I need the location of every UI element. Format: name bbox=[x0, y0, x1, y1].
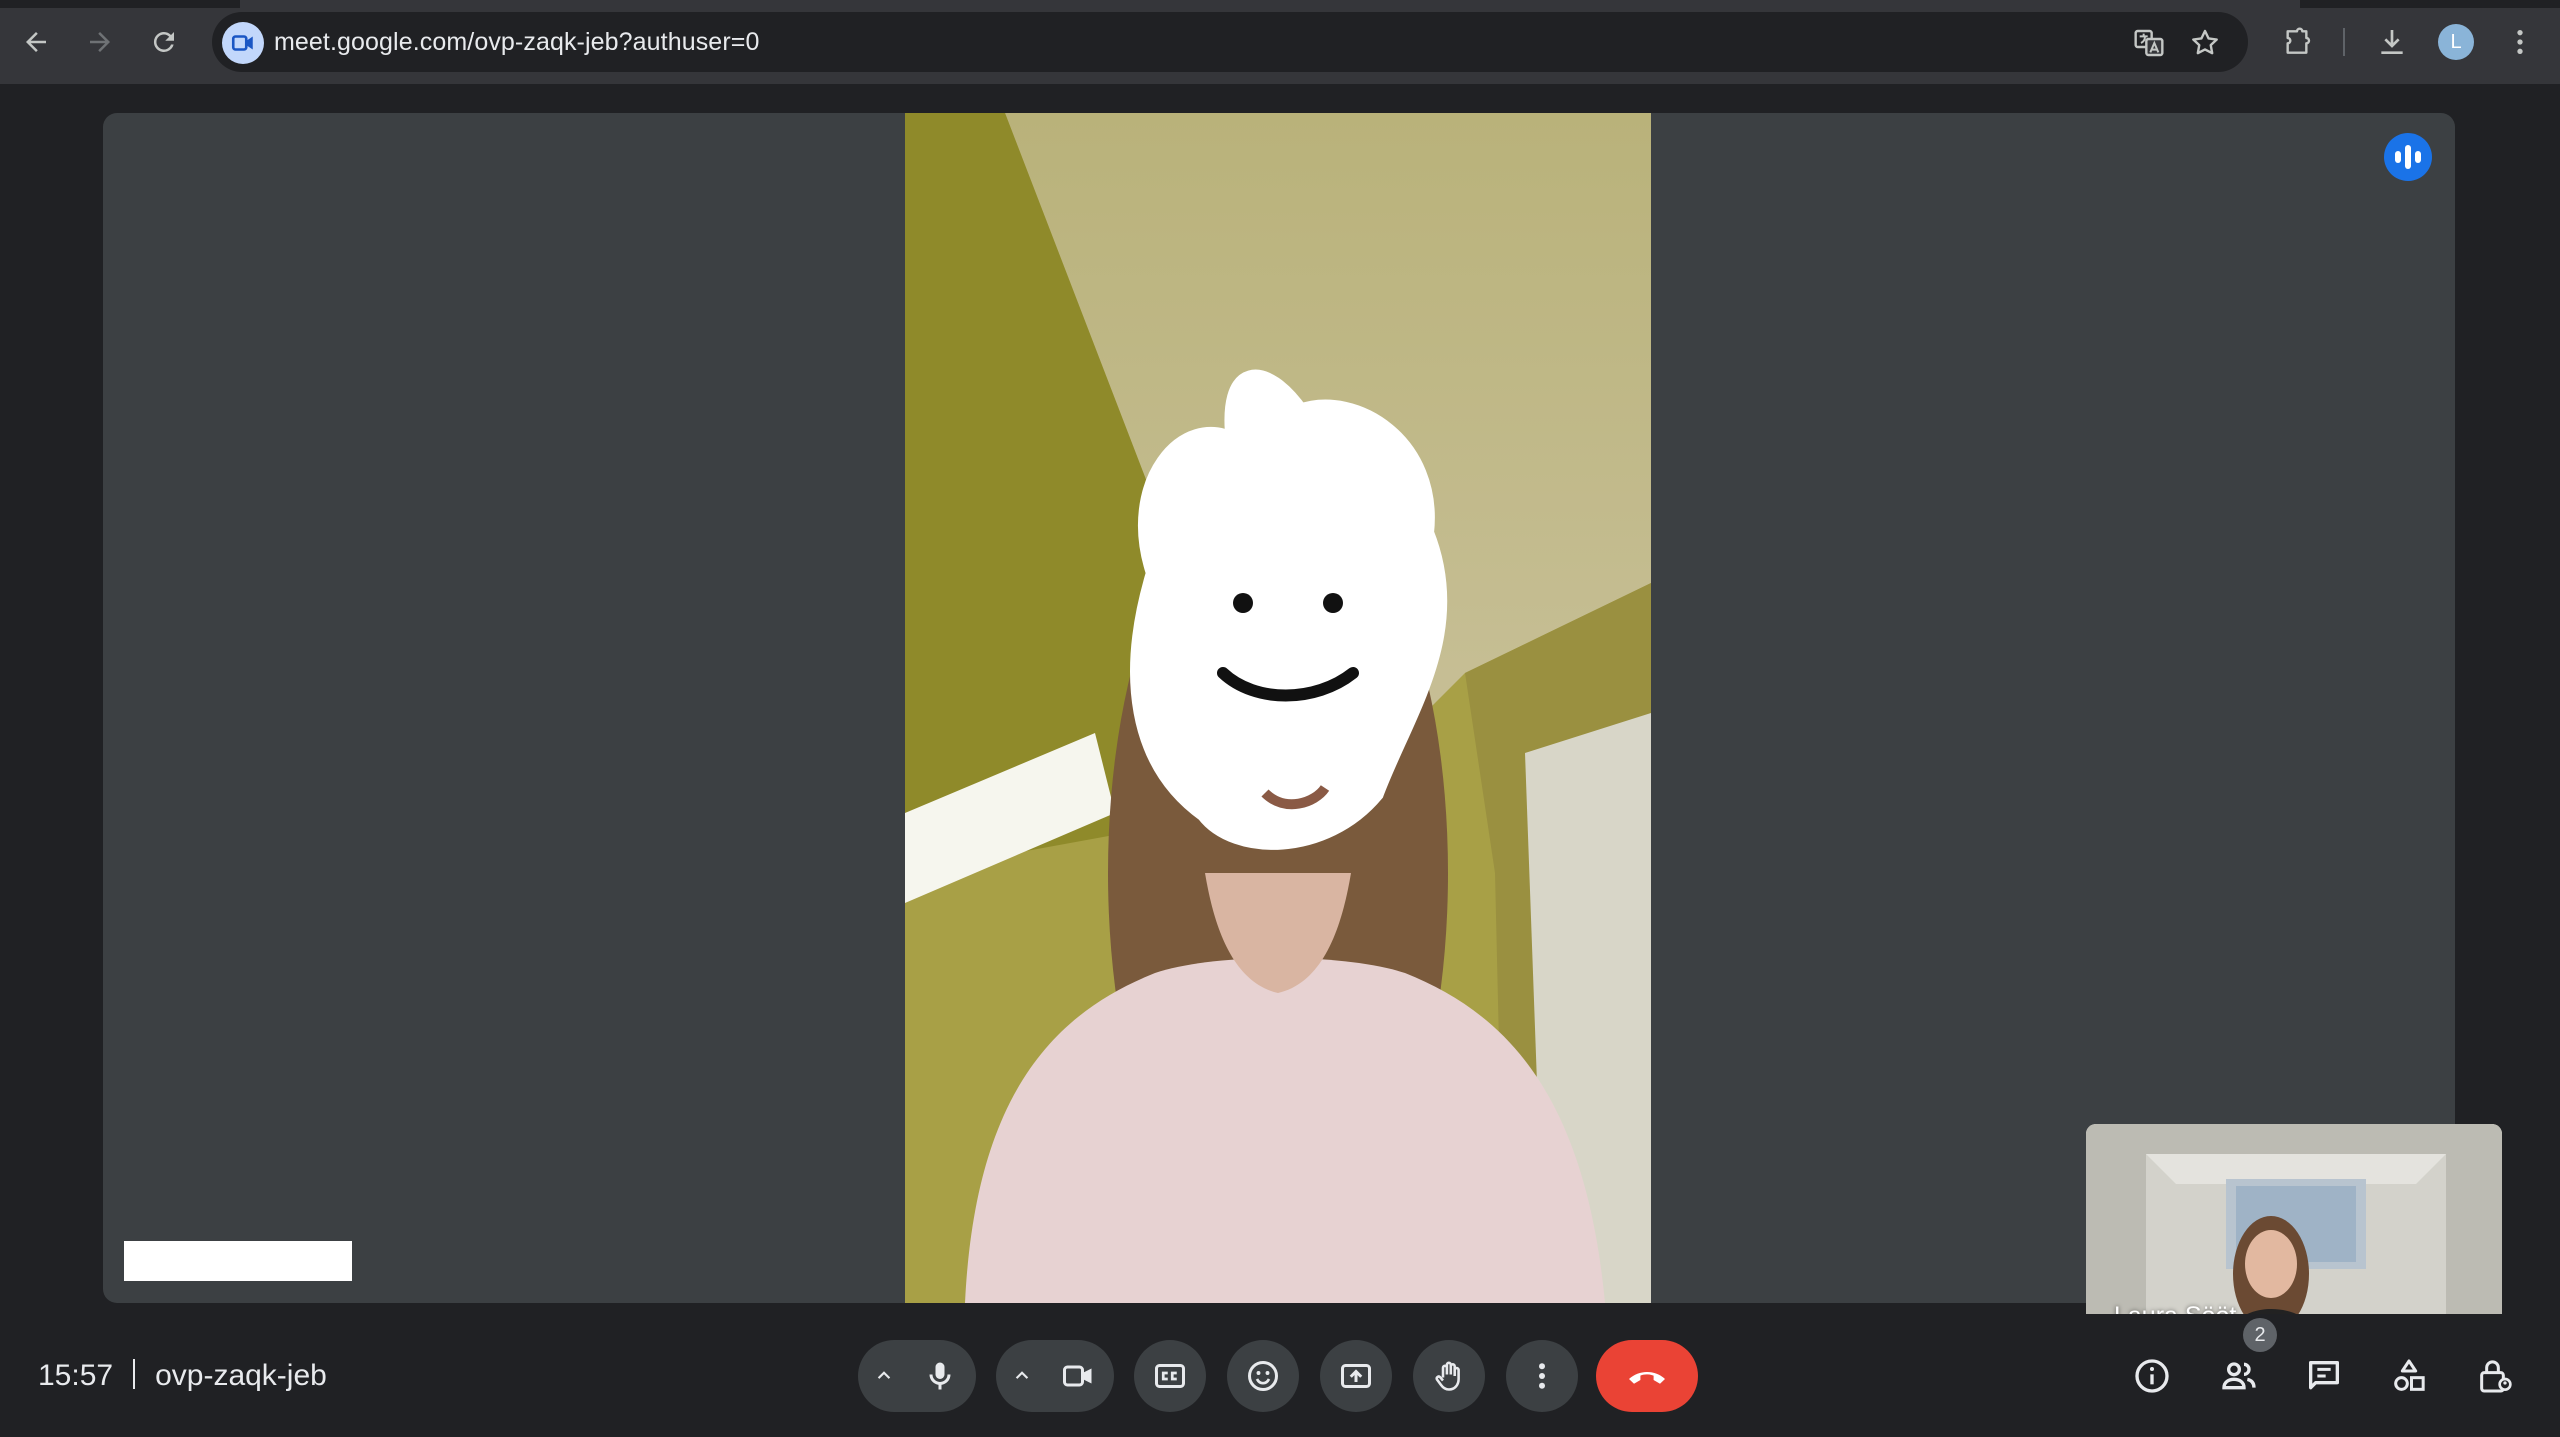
url-text[interactable]: meet.google.com/ovp-zaqk-jeb?authuser=0 bbox=[274, 12, 759, 72]
video-options-button[interactable] bbox=[996, 1340, 1048, 1412]
camera-group bbox=[996, 1340, 1114, 1412]
forward-arrow-icon bbox=[90, 32, 110, 52]
translate-icon bbox=[2134, 29, 2164, 57]
chat-icon bbox=[2309, 1361, 2339, 1390]
browser-toolbar: meet.google.com/ovp-zaqk-jeb?authuser=0 … bbox=[0, 0, 2560, 84]
reload-button[interactable] bbox=[140, 18, 188, 66]
leave-call-button[interactable] bbox=[1596, 1340, 1698, 1412]
site-info-button[interactable] bbox=[222, 22, 264, 64]
extensions-button[interactable] bbox=[2273, 18, 2321, 66]
browser-menu-button[interactable] bbox=[2496, 18, 2544, 66]
tab-strip bbox=[0, 0, 2560, 8]
reload-icon bbox=[153, 31, 174, 52]
clock-time: 15:57 bbox=[38, 1359, 114, 1392]
meeting-details-button[interactable] bbox=[2124, 1348, 2180, 1404]
forward-button[interactable] bbox=[76, 18, 124, 66]
back-button[interactable] bbox=[12, 18, 60, 66]
toolbar-divider bbox=[2343, 28, 2345, 56]
hang-up-icon bbox=[1629, 1371, 1665, 1384]
speaker-name-label bbox=[124, 1241, 352, 1281]
people-icon bbox=[2222, 1362, 2256, 1390]
raise-hand-icon bbox=[1435, 1361, 1460, 1391]
download-icon bbox=[2381, 30, 2403, 54]
present-screen-icon bbox=[1341, 1364, 1371, 1388]
audio-options-button[interactable] bbox=[858, 1340, 910, 1412]
camera-button[interactable] bbox=[1042, 1340, 1114, 1412]
chat-button[interactable] bbox=[2296, 1348, 2352, 1404]
video-camera-icon bbox=[1063, 1365, 1092, 1387]
kebab-menu-icon bbox=[1539, 1363, 1545, 1389]
emoji-icon bbox=[1248, 1361, 1278, 1391]
translate-button[interactable] bbox=[2128, 22, 2170, 64]
captions-button[interactable] bbox=[1134, 1340, 1206, 1412]
bookmark-button[interactable] bbox=[2184, 22, 2226, 64]
extensions-icon bbox=[2286, 27, 2311, 54]
closed-captions-icon bbox=[1155, 1364, 1185, 1388]
meeting-info: 15:57 ovp-zaqk-jeb bbox=[38, 1314, 327, 1437]
address-bar[interactable]: meet.google.com/ovp-zaqk-jeb?authuser=0 bbox=[212, 12, 2248, 72]
kebab-menu-icon bbox=[2517, 30, 2523, 54]
microphone-group bbox=[858, 1340, 976, 1412]
lock-person-icon bbox=[2480, 1360, 2512, 1393]
people-count-badge: 2 bbox=[2243, 1318, 2277, 1352]
microphone-button[interactable] bbox=[904, 1340, 976, 1412]
back-arrow-icon bbox=[26, 32, 46, 52]
divider bbox=[133, 1359, 136, 1389]
meeting-stage: Laura Sööt bbox=[0, 84, 2560, 1360]
present-screen-button[interactable] bbox=[1320, 1340, 1392, 1412]
info-icon bbox=[2135, 1359, 2169, 1393]
people-button[interactable] bbox=[2211, 1348, 2267, 1404]
meeting-code: ovp-zaqk-jeb bbox=[155, 1359, 327, 1392]
star-icon bbox=[2192, 29, 2218, 55]
reactions-button[interactable] bbox=[1227, 1340, 1299, 1412]
meeting-controls-bar: 15:57 ovp-zaqk-jeb 2 bbox=[0, 1314, 2560, 1437]
microphone-icon bbox=[929, 1362, 951, 1390]
activities-button[interactable] bbox=[2381, 1348, 2437, 1404]
chevron-up-icon bbox=[877, 1371, 891, 1379]
speaker-video bbox=[905, 113, 1651, 1303]
meet-site-icon bbox=[231, 35, 253, 51]
downloads-button[interactable] bbox=[2368, 18, 2416, 66]
host-controls-button[interactable] bbox=[2467, 1348, 2523, 1404]
speaking-indicator-icon bbox=[2384, 133, 2432, 181]
profile-avatar[interactable]: L bbox=[2438, 24, 2474, 60]
speaker-video-frame bbox=[905, 113, 1651, 1303]
chevron-up-icon bbox=[1015, 1371, 1029, 1379]
more-options-button[interactable] bbox=[1506, 1340, 1578, 1412]
active-tab[interactable] bbox=[240, 0, 2300, 8]
shapes-icon bbox=[2394, 1359, 2425, 1391]
raise-hand-button[interactable] bbox=[1413, 1340, 1485, 1412]
